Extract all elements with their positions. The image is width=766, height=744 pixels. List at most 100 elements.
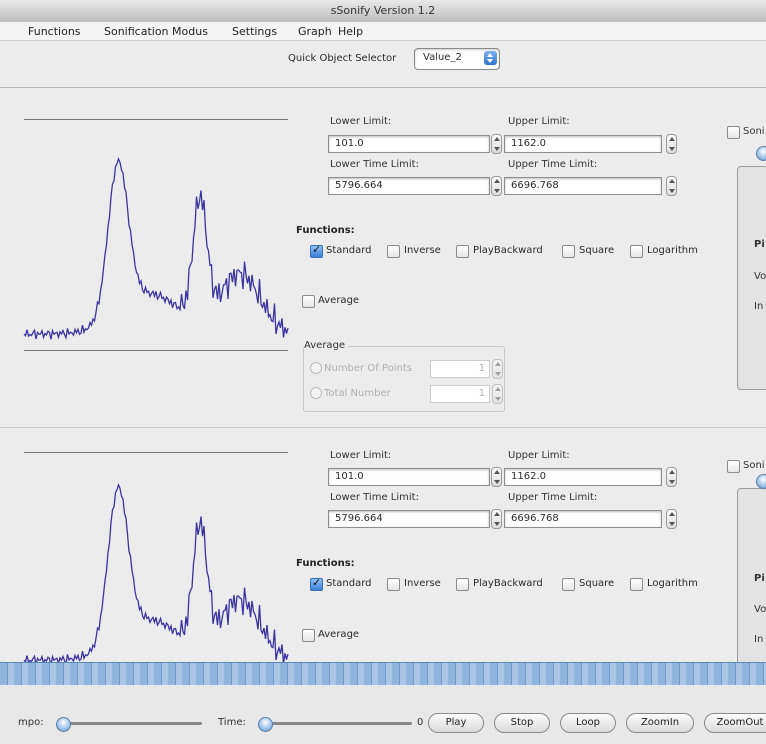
inverse-checkbox[interactable] bbox=[387, 578, 400, 591]
upper-limit-stepper[interactable] bbox=[666, 467, 677, 487]
lower-time-limit-label: Lower Time Limit: bbox=[330, 492, 419, 503]
tempo-slider[interactable] bbox=[62, 722, 202, 725]
average-label: Average bbox=[318, 629, 360, 640]
lower-time-limit-stepper[interactable] bbox=[491, 509, 502, 529]
number-of-points-field[interactable]: 1 bbox=[430, 360, 490, 378]
side-slider-knob[interactable] bbox=[756, 146, 766, 161]
average-group-title: Average bbox=[304, 340, 349, 351]
upper-time-limit-stepper[interactable] bbox=[666, 509, 677, 529]
standard-label: Standard bbox=[326, 578, 372, 589]
waveform-line bbox=[23, 483, 289, 662]
value-panel-1: Lower Limit: Upper Limit: 101.0 1162.0 L… bbox=[0, 88, 766, 426]
side-label-vo: Vo bbox=[754, 271, 766, 282]
functions-label: Functions: bbox=[296, 558, 355, 569]
zoomin-button[interactable]: ZoomIn bbox=[626, 713, 694, 733]
total-number-radio[interactable] bbox=[310, 387, 322, 399]
lower-limit-field[interactable]: 101.0 bbox=[328, 135, 490, 153]
time-value: 0 bbox=[417, 717, 424, 728]
standard-checkbox[interactable] bbox=[310, 576, 323, 591]
total-number-label: Total Number bbox=[324, 388, 391, 399]
stop-button[interactable]: Stop bbox=[494, 713, 550, 733]
upper-time-limit-stepper[interactable] bbox=[666, 176, 677, 196]
sonify-label: Soni bbox=[743, 460, 765, 471]
number-of-points-stepper[interactable] bbox=[492, 359, 503, 379]
total-number-stepper[interactable] bbox=[492, 384, 503, 404]
playbackward-checkbox[interactable] bbox=[456, 245, 469, 258]
lower-time-limit-stepper[interactable] bbox=[491, 176, 502, 196]
menu-functions[interactable]: Functions bbox=[28, 25, 81, 38]
tempo-label: mpo: bbox=[18, 717, 44, 728]
average-checkbox[interactable] bbox=[302, 629, 315, 642]
logarithm-checkbox[interactable] bbox=[630, 578, 643, 591]
side-label-in: In bbox=[754, 634, 764, 645]
time-label: Time: bbox=[218, 717, 246, 728]
average-label: Average bbox=[318, 295, 360, 306]
waveform-plot bbox=[23, 157, 289, 340]
upper-limit-field[interactable]: 1162.0 bbox=[504, 135, 662, 153]
menu-bar: Functions Sonification Modus Settings Gr… bbox=[0, 22, 766, 41]
lower-limit-field[interactable]: 101.0 bbox=[328, 468, 490, 486]
upper-limit-field[interactable]: 1162.0 bbox=[504, 468, 662, 486]
menu-help[interactable]: Help bbox=[338, 25, 363, 38]
lower-limit-stepper[interactable] bbox=[491, 134, 502, 154]
upper-limit-stepper[interactable] bbox=[666, 134, 677, 154]
menu-settings[interactable]: Settings bbox=[232, 25, 277, 38]
zoomout-button[interactable]: ZoomOut bbox=[704, 713, 766, 733]
square-label: Square bbox=[579, 578, 615, 589]
menu-sonification-modus[interactable]: Sonification Modus bbox=[104, 25, 208, 38]
lower-time-limit-label: Lower Time Limit: bbox=[330, 159, 419, 170]
side-label-in: In bbox=[754, 301, 764, 312]
side-label-pi: Pi bbox=[754, 573, 765, 584]
logarithm-checkbox[interactable] bbox=[630, 245, 643, 258]
lower-time-limit-field[interactable]: 5796.664 bbox=[328, 177, 490, 195]
square-label: Square bbox=[579, 245, 615, 256]
side-label-pi: Pi bbox=[754, 239, 765, 250]
title-bar: sSonify Version 1.2 bbox=[0, 0, 766, 23]
total-number-field[interactable]: 1 bbox=[430, 385, 490, 403]
average-checkbox[interactable] bbox=[302, 295, 315, 308]
time-slider-knob[interactable] bbox=[258, 717, 273, 732]
functions-label: Functions: bbox=[296, 225, 355, 236]
upper-time-limit-field[interactable]: 6696.768 bbox=[504, 177, 662, 195]
playbackward-checkbox[interactable] bbox=[456, 578, 469, 591]
playbackward-label: PlayBackward bbox=[473, 578, 543, 589]
standard-label: Standard bbox=[326, 245, 372, 256]
quick-object-selector[interactable]: Value_2 bbox=[414, 48, 500, 70]
standard-checkbox[interactable] bbox=[310, 243, 323, 258]
value-panel-2: Lower Limit: Upper Limit: 101.0 1162.0 L… bbox=[0, 428, 766, 670]
transport-bar: mpo: Time: 0 Play Stop Loop ZoomIn ZoomO… bbox=[0, 685, 766, 744]
panel-resize-bar[interactable] bbox=[0, 662, 766, 686]
inverse-label: Inverse bbox=[404, 578, 441, 589]
square-checkbox[interactable] bbox=[562, 245, 575, 258]
number-of-points-label: Number Of Points bbox=[324, 363, 412, 374]
loop-button[interactable]: Loop bbox=[560, 713, 616, 733]
play-button[interactable]: Play bbox=[428, 713, 484, 733]
sonify-checkbox[interactable] bbox=[727, 126, 740, 139]
lower-time-limit-field[interactable]: 5796.664 bbox=[328, 510, 490, 528]
sonify-checkbox[interactable] bbox=[727, 460, 740, 473]
upper-time-limit-label: Upper Time Limit: bbox=[508, 159, 598, 170]
inverse-label: Inverse bbox=[404, 245, 441, 256]
square-checkbox[interactable] bbox=[562, 578, 575, 591]
quick-object-selector-value: Value_2 bbox=[423, 52, 462, 63]
logarithm-label: Logarithm bbox=[647, 578, 698, 589]
upper-limit-label: Upper Limit: bbox=[508, 450, 570, 461]
waveform-line bbox=[23, 157, 289, 340]
upper-limit-label: Upper Limit: bbox=[508, 116, 570, 127]
logarithm-label: Logarithm bbox=[647, 245, 698, 256]
select-arrows-icon bbox=[484, 51, 497, 65]
lower-limit-stepper[interactable] bbox=[491, 467, 502, 487]
side-slider-knob[interactable] bbox=[756, 474, 766, 489]
time-slider[interactable] bbox=[262, 722, 412, 725]
quick-object-selector-label: Quick Object Selector bbox=[288, 53, 397, 64]
sonify-label: Soni bbox=[743, 126, 765, 137]
number-of-points-radio[interactable] bbox=[310, 362, 322, 374]
tempo-slider-knob[interactable] bbox=[56, 717, 71, 732]
lower-limit-label: Lower Limit: bbox=[330, 116, 392, 127]
upper-time-limit-field[interactable]: 6696.768 bbox=[504, 510, 662, 528]
playbackward-label: PlayBackward bbox=[473, 245, 543, 256]
upper-time-limit-label: Upper Time Limit: bbox=[508, 492, 598, 503]
side-label-vo: Vo bbox=[754, 604, 766, 615]
inverse-checkbox[interactable] bbox=[387, 245, 400, 258]
menu-graph[interactable]: Graph bbox=[298, 25, 332, 38]
